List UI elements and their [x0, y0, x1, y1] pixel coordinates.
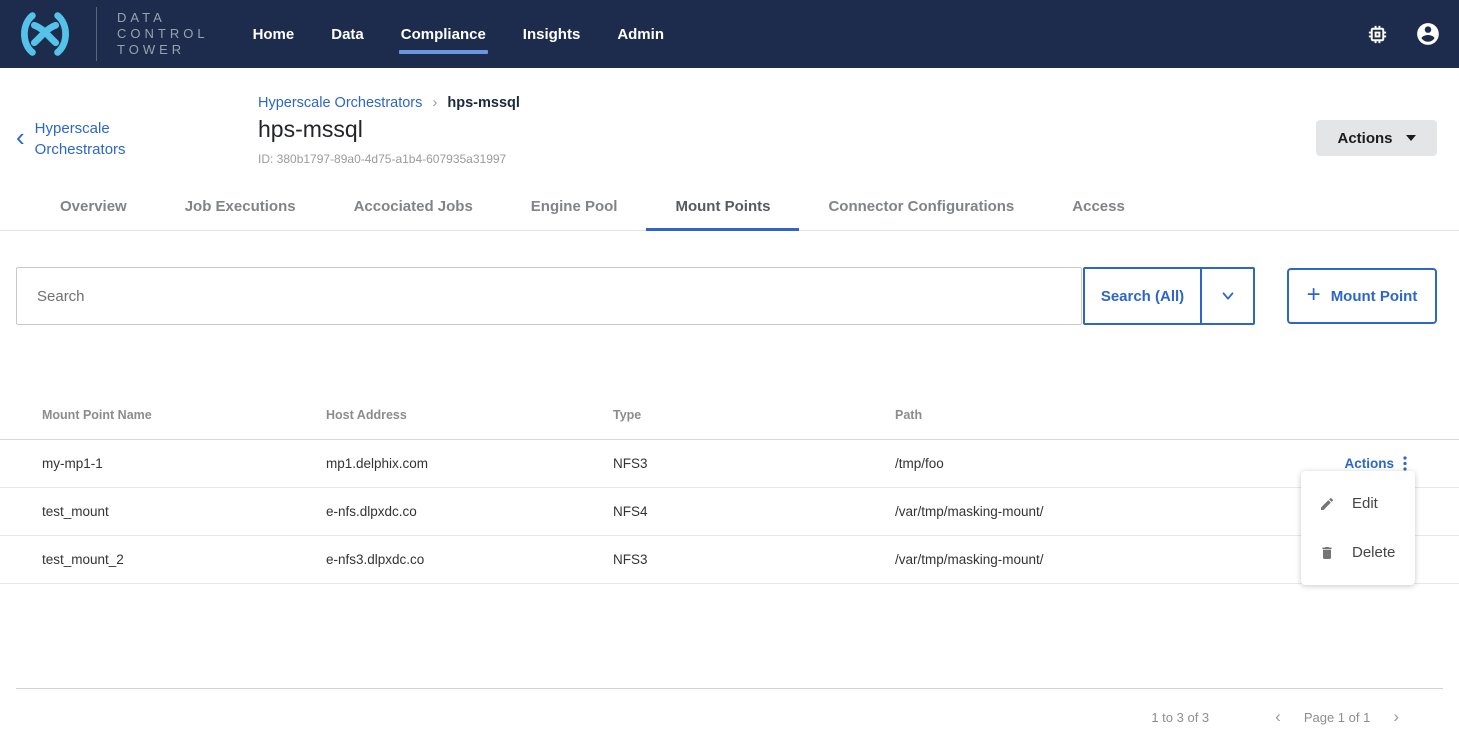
account-icon[interactable]	[1415, 21, 1441, 47]
top-navbar: DATA CONTROL TOWER Home Data Compliance …	[0, 0, 1459, 68]
cell-mount-point-name: test_mount_2	[42, 552, 326, 567]
delphix-logo-icon	[14, 9, 76, 59]
trash-icon	[1319, 545, 1335, 561]
menu-item-edit[interactable]: Edit	[1301, 479, 1415, 528]
search-options-button[interactable]	[1202, 269, 1253, 323]
tab-overview[interactable]: Overview	[31, 182, 156, 230]
page-actions-button-label: Actions	[1337, 130, 1392, 147]
brand-divider	[96, 7, 97, 61]
pagination: 1 to 3 of 3 ‹ Page 1 of 1 ›	[1151, 704, 1403, 730]
cell-host-address: e-nfs.dlpxdc.co	[326, 504, 613, 519]
cell-mount-point-name: my-mp1-1	[42, 456, 326, 471]
column-header-mount-point-name: Mount Point Name	[42, 408, 326, 422]
column-header-host-address: Host Address	[326, 408, 613, 422]
breadcrumb-current: hps-mssql	[447, 95, 520, 111]
chevron-down-icon	[1219, 287, 1237, 305]
cell-type: NFS3	[613, 552, 895, 567]
brand: DATA CONTROL TOWER	[14, 7, 209, 61]
cell-path: /tmp/foo	[895, 456, 1257, 471]
cell-mount-point-name: test_mount	[42, 504, 326, 519]
search-input[interactable]	[16, 267, 1082, 325]
page-actions-button[interactable]: Actions	[1316, 120, 1437, 156]
tab-engine-pool[interactable]: Engine Pool	[502, 182, 647, 230]
tab-connector-configurations[interactable]: Connector Configurations	[799, 182, 1043, 230]
kebab-menu-icon	[1403, 456, 1407, 471]
nav-data[interactable]: Data	[331, 20, 364, 49]
column-header-type: Type	[613, 408, 895, 422]
pagination-prev-icon[interactable]: ‹	[1271, 707, 1285, 727]
cpu-chip-icon[interactable]	[1366, 23, 1389, 46]
table-row[interactable]: test_mount_2 e-nfs3.dlpxdc.co NFS3 /var/…	[0, 536, 1459, 584]
cell-type: NFS4	[613, 504, 895, 519]
add-mount-point-label: Mount Point	[1331, 288, 1418, 305]
add-mount-point-button[interactable]: + Mount Point	[1287, 268, 1437, 324]
tab-job-executions[interactable]: Job Executions	[156, 182, 325, 230]
pagination-next-icon[interactable]: ›	[1389, 707, 1403, 727]
row-actions-label: Actions	[1344, 456, 1394, 471]
brand-line-1: DATA	[117, 10, 209, 26]
main-nav: Home Data Compliance Insights Admin	[253, 0, 664, 68]
row-actions-menu: Edit Delete	[1301, 471, 1415, 585]
tab-mount-points[interactable]: Mount Points	[646, 182, 799, 230]
footer-divider	[16, 688, 1443, 689]
breadcrumb-separator-icon: ›	[432, 94, 437, 111]
table-row[interactable]: test_mount e-nfs.dlpxdc.co NFS4 /var/tmp…	[0, 488, 1459, 536]
pagination-range: 1 to 3 of 3	[1151, 710, 1209, 725]
cell-type: NFS3	[613, 456, 895, 471]
menu-item-delete[interactable]: Delete	[1301, 528, 1415, 577]
column-header-path: Path	[895, 408, 1257, 422]
nav-insights[interactable]: Insights	[523, 20, 581, 49]
mount-points-table: Mount Point Name Host Address Type Path …	[0, 390, 1459, 584]
tab-bar: Overview Job Executions Accociated Jobs …	[0, 182, 1459, 231]
tab-access[interactable]: Access	[1043, 182, 1154, 230]
search-all-button[interactable]: Search (All)	[1085, 269, 1202, 323]
row-actions-button[interactable]: Actions	[1344, 456, 1407, 471]
search-button-group: Search (All)	[1083, 267, 1255, 325]
nav-compliance[interactable]: Compliance	[401, 20, 486, 49]
cell-host-address: mp1.delphix.com	[326, 456, 613, 471]
table-header-row: Mount Point Name Host Address Type Path	[0, 390, 1459, 440]
cell-path: /var/tmp/masking-mount/	[895, 504, 1257, 519]
tab-accociated-jobs[interactable]: Accociated Jobs	[325, 182, 502, 230]
breadcrumb: Hyperscale Orchestrators › hps-mssql	[258, 94, 520, 111]
brand-title: DATA CONTROL TOWER	[117, 10, 209, 58]
cell-path: /var/tmp/masking-mount/	[895, 552, 1257, 567]
nav-home[interactable]: Home	[253, 20, 295, 49]
page-title: hps-mssql	[258, 116, 363, 143]
menu-item-edit-label: Edit	[1352, 495, 1378, 512]
breadcrumb-parent-link[interactable]: Hyperscale Orchestrators	[258, 95, 422, 111]
pagination-page: Page 1 of 1	[1304, 710, 1371, 725]
brand-line-2: CONTROL	[117, 26, 209, 42]
navbar-right	[1366, 21, 1441, 47]
table-row[interactable]: my-mp1-1 mp1.delphix.com NFS3 /tmp/foo A…	[0, 440, 1459, 488]
back-chevron-icon: ‹	[16, 126, 25, 148]
pencil-icon	[1319, 496, 1335, 512]
cell-host-address: e-nfs3.dlpxdc.co	[326, 552, 613, 567]
menu-item-delete-label: Delete	[1352, 544, 1395, 561]
plus-icon: +	[1307, 283, 1321, 307]
brand-line-3: TOWER	[117, 42, 209, 58]
back-link-label: Hyperscale Orchestrators	[35, 118, 153, 160]
nav-admin[interactable]: Admin	[617, 20, 664, 49]
back-link[interactable]: ‹ Hyperscale Orchestrators	[16, 118, 153, 160]
caret-down-icon	[1406, 135, 1416, 141]
orchestrator-id: ID: 380b1797-89a0-4d75-a1b4-607935a31997	[258, 152, 506, 166]
